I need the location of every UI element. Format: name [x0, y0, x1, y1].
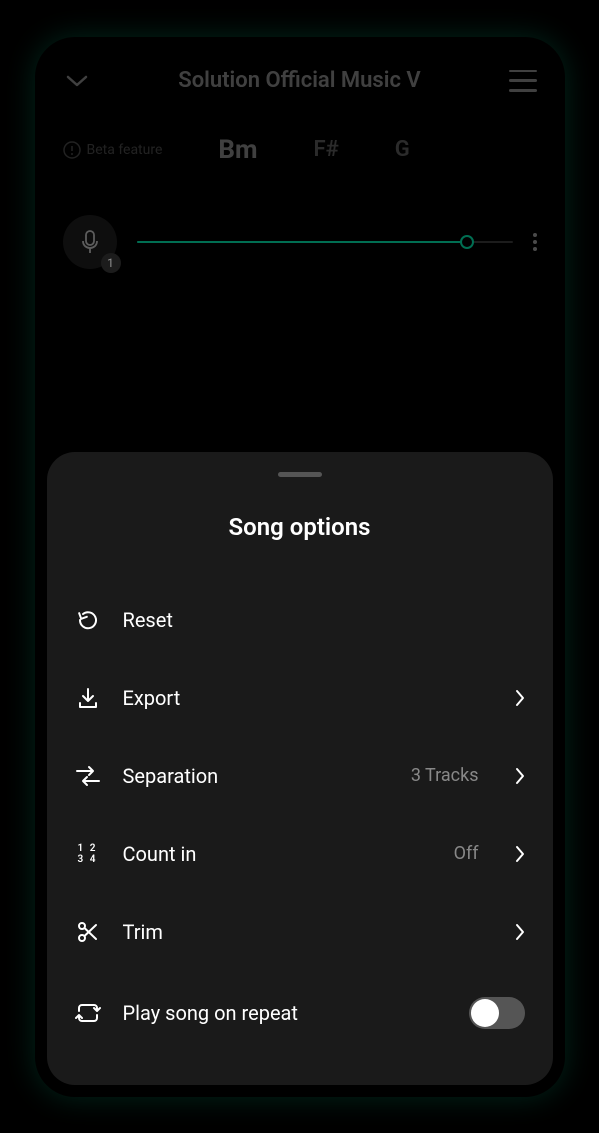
- separation-value: 3 Tracks: [411, 765, 479, 786]
- mic-button[interactable]: 1: [63, 215, 117, 269]
- song-options-sheet: Song options Reset Export: [47, 452, 553, 1085]
- chord-main: Bm: [218, 135, 257, 165]
- separation-icon: [75, 763, 101, 789]
- reset-option[interactable]: Reset: [75, 581, 525, 659]
- reset-label: Reset: [123, 608, 525, 632]
- chevron-right-icon: [515, 923, 525, 941]
- progress-slider[interactable]: [137, 241, 513, 243]
- chevron-right-icon: [515, 689, 525, 707]
- repeat-icon: [75, 1000, 101, 1026]
- more-vertical-icon: [533, 233, 537, 237]
- phone-screen: Solution Official Music V Beta feature B…: [35, 37, 565, 1097]
- progress-fill: [137, 241, 468, 243]
- chevron-right-icon: [515, 767, 525, 785]
- export-icon: [75, 685, 101, 711]
- sheet-title: Song options: [75, 513, 525, 541]
- song-title: Solution Official Music V: [91, 68, 509, 93]
- trim-option[interactable]: Trim: [75, 893, 525, 971]
- top-bar: Solution Official Music V: [35, 37, 565, 115]
- separation-option[interactable]: Separation 3 Tracks: [75, 737, 525, 815]
- sheet-handle[interactable]: [278, 472, 322, 477]
- alert-icon: [63, 141, 81, 159]
- chevron-right-icon: [515, 845, 525, 863]
- microphone-icon: [80, 229, 100, 255]
- export-option[interactable]: Export: [75, 659, 525, 737]
- toggle-knob: [471, 999, 499, 1027]
- count-in-icon: 1 2 3 4: [75, 841, 101, 867]
- menu-button[interactable]: [509, 70, 537, 92]
- count-in-value: Off: [454, 843, 479, 864]
- count-in-option[interactable]: 1 2 3 4 Count in Off: [75, 815, 525, 893]
- more-button[interactable]: [533, 233, 537, 251]
- hamburger-icon: [509, 70, 537, 73]
- repeat-toggle[interactable]: [469, 997, 525, 1029]
- count-in-label: Count in: [123, 842, 432, 866]
- player-row: 1: [35, 185, 565, 289]
- beta-label: Beta feature: [87, 142, 163, 158]
- chord-secondary-2: G: [395, 137, 410, 162]
- mic-badge: 1: [101, 253, 121, 273]
- chevron-down-icon: [66, 75, 88, 87]
- beta-feature-badge: Beta feature: [63, 141, 163, 159]
- chords-row: Beta feature Bm F# G: [35, 115, 565, 185]
- collapse-button[interactable]: [63, 67, 91, 95]
- reset-icon: [75, 607, 101, 633]
- progress-thumb: [460, 235, 474, 249]
- export-label: Export: [123, 686, 493, 710]
- trim-label: Trim: [123, 920, 493, 944]
- chord-secondary-1: F#: [314, 137, 339, 162]
- repeat-option: Play song on repeat: [75, 971, 525, 1055]
- trim-icon: [75, 919, 101, 945]
- repeat-label: Play song on repeat: [123, 1001, 447, 1025]
- separation-label: Separation: [123, 764, 389, 788]
